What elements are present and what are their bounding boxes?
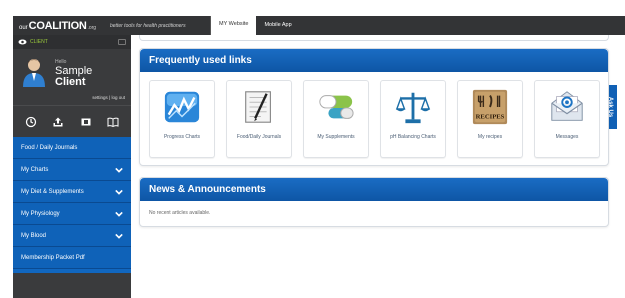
scale-icon <box>395 92 431 124</box>
sidebar-item-blood[interactable]: My Blood <box>13 225 131 247</box>
chevron-down-icon <box>115 233 123 239</box>
eye-icon[interactable] <box>18 39 27 45</box>
svg-text:RECIPES: RECIPES <box>476 113 505 120</box>
upload-icon[interactable] <box>52 116 64 128</box>
tab-my-website[interactable]: MY Website <box>211 16 257 37</box>
sidebar-item-label: Food / Daily Journals <box>21 144 78 151</box>
tab-mobile-app[interactable]: Mobile App <box>256 16 299 35</box>
panel-top-strip <box>139 35 609 41</box>
client-label: CLIENT <box>30 39 48 45</box>
link-caption: Messages <box>555 134 579 140</box>
sidebar-item-label: My Diet & Supplements <box>21 188 84 195</box>
sidebar: CLIENT Hello Sample Client settings | lo… <box>13 35 131 298</box>
top-navigation-bar: our COALITION .org better tools for heal… <box>13 16 625 37</box>
film-icon[interactable] <box>80 116 92 128</box>
link-ph-balancing-charts[interactable]: pH Balancing Charts <box>380 80 446 158</box>
link-food-daily-journals[interactable]: Food/Daily Journals <box>226 80 292 158</box>
settings-logout-links[interactable]: settings | log out <box>92 95 125 100</box>
collapse-icon[interactable] <box>118 39 126 45</box>
sidebar-menu: Food / Daily Journals My Charts My Diet … <box>13 137 131 273</box>
menu-footer <box>13 269 131 273</box>
profile-area: Hello Sample Client settings | log out <box>13 49 131 105</box>
journal-icon <box>245 91 271 123</box>
tagline: better tools for health practitioners <box>110 22 186 29</box>
news-title: News & Announcements <box>140 178 608 201</box>
chevron-down-icon <box>115 189 123 195</box>
avatar <box>23 59 45 87</box>
book-icon[interactable] <box>107 116 119 128</box>
news-empty-message: No recent articles available. <box>149 210 211 216</box>
link-caption: Progress Charts <box>163 134 201 140</box>
logo-brand-text: COALITION <box>28 19 87 32</box>
clock-icon[interactable] <box>25 116 37 128</box>
links-grid: Progress Charts Food/Daily Journals My S… <box>140 72 608 158</box>
link-my-supplements[interactable]: My Supplements <box>303 80 369 158</box>
link-caption: My recipes <box>477 134 503 140</box>
chevron-down-icon <box>115 211 123 217</box>
chart-icon <box>164 91 200 123</box>
link-my-recipes[interactable]: RECIPES My recipes <box>457 80 523 158</box>
link-messages[interactable]: Messages <box>534 80 600 158</box>
sidebar-item-my-charts[interactable]: My Charts <box>13 159 131 181</box>
sidebar-item-membership-pdf[interactable]: Membership Packet Pdf <box>13 247 131 269</box>
sidebar-item-label: My Physiology <box>21 210 60 217</box>
sidebar-item-physiology[interactable]: My Physiology <box>13 203 131 225</box>
news-panel: News & Announcements No recent articles … <box>139 177 609 227</box>
link-caption: My Supplements <box>317 134 355 140</box>
coalition-logo[interactable]: our COALITION .org <box>13 20 110 32</box>
email-icon <box>551 91 583 121</box>
link-caption: Food/Daily Journals <box>236 134 282 140</box>
recipe-icon: RECIPES <box>472 89 508 125</box>
sidebar-item-food-journals[interactable]: Food / Daily Journals <box>13 137 131 159</box>
client-row: CLIENT <box>13 35 131 49</box>
sidebar-item-diet-supplements[interactable]: My Diet & Supplements <box>13 181 131 203</box>
frequent-links-title: Frequently used links <box>140 49 608 72</box>
link-caption: pH Balancing Charts <box>390 134 436 140</box>
link-progress-charts[interactable]: Progress Charts <box>149 80 215 158</box>
frequent-links-panel: Frequently used links Progress Charts Fo… <box>139 48 609 166</box>
user-last-name: Client <box>55 76 86 88</box>
quick-icon-row <box>13 105 131 137</box>
logo-org-text: .org <box>87 24 97 31</box>
chevron-down-icon <box>115 167 123 173</box>
sidebar-item-label: Membership Packet Pdf <box>21 254 85 261</box>
pill-icon <box>319 95 354 119</box>
logo-our-text: our <box>19 24 28 31</box>
sidebar-item-label: My Charts <box>21 166 49 173</box>
sidebar-item-label: My Blood <box>21 232 47 239</box>
